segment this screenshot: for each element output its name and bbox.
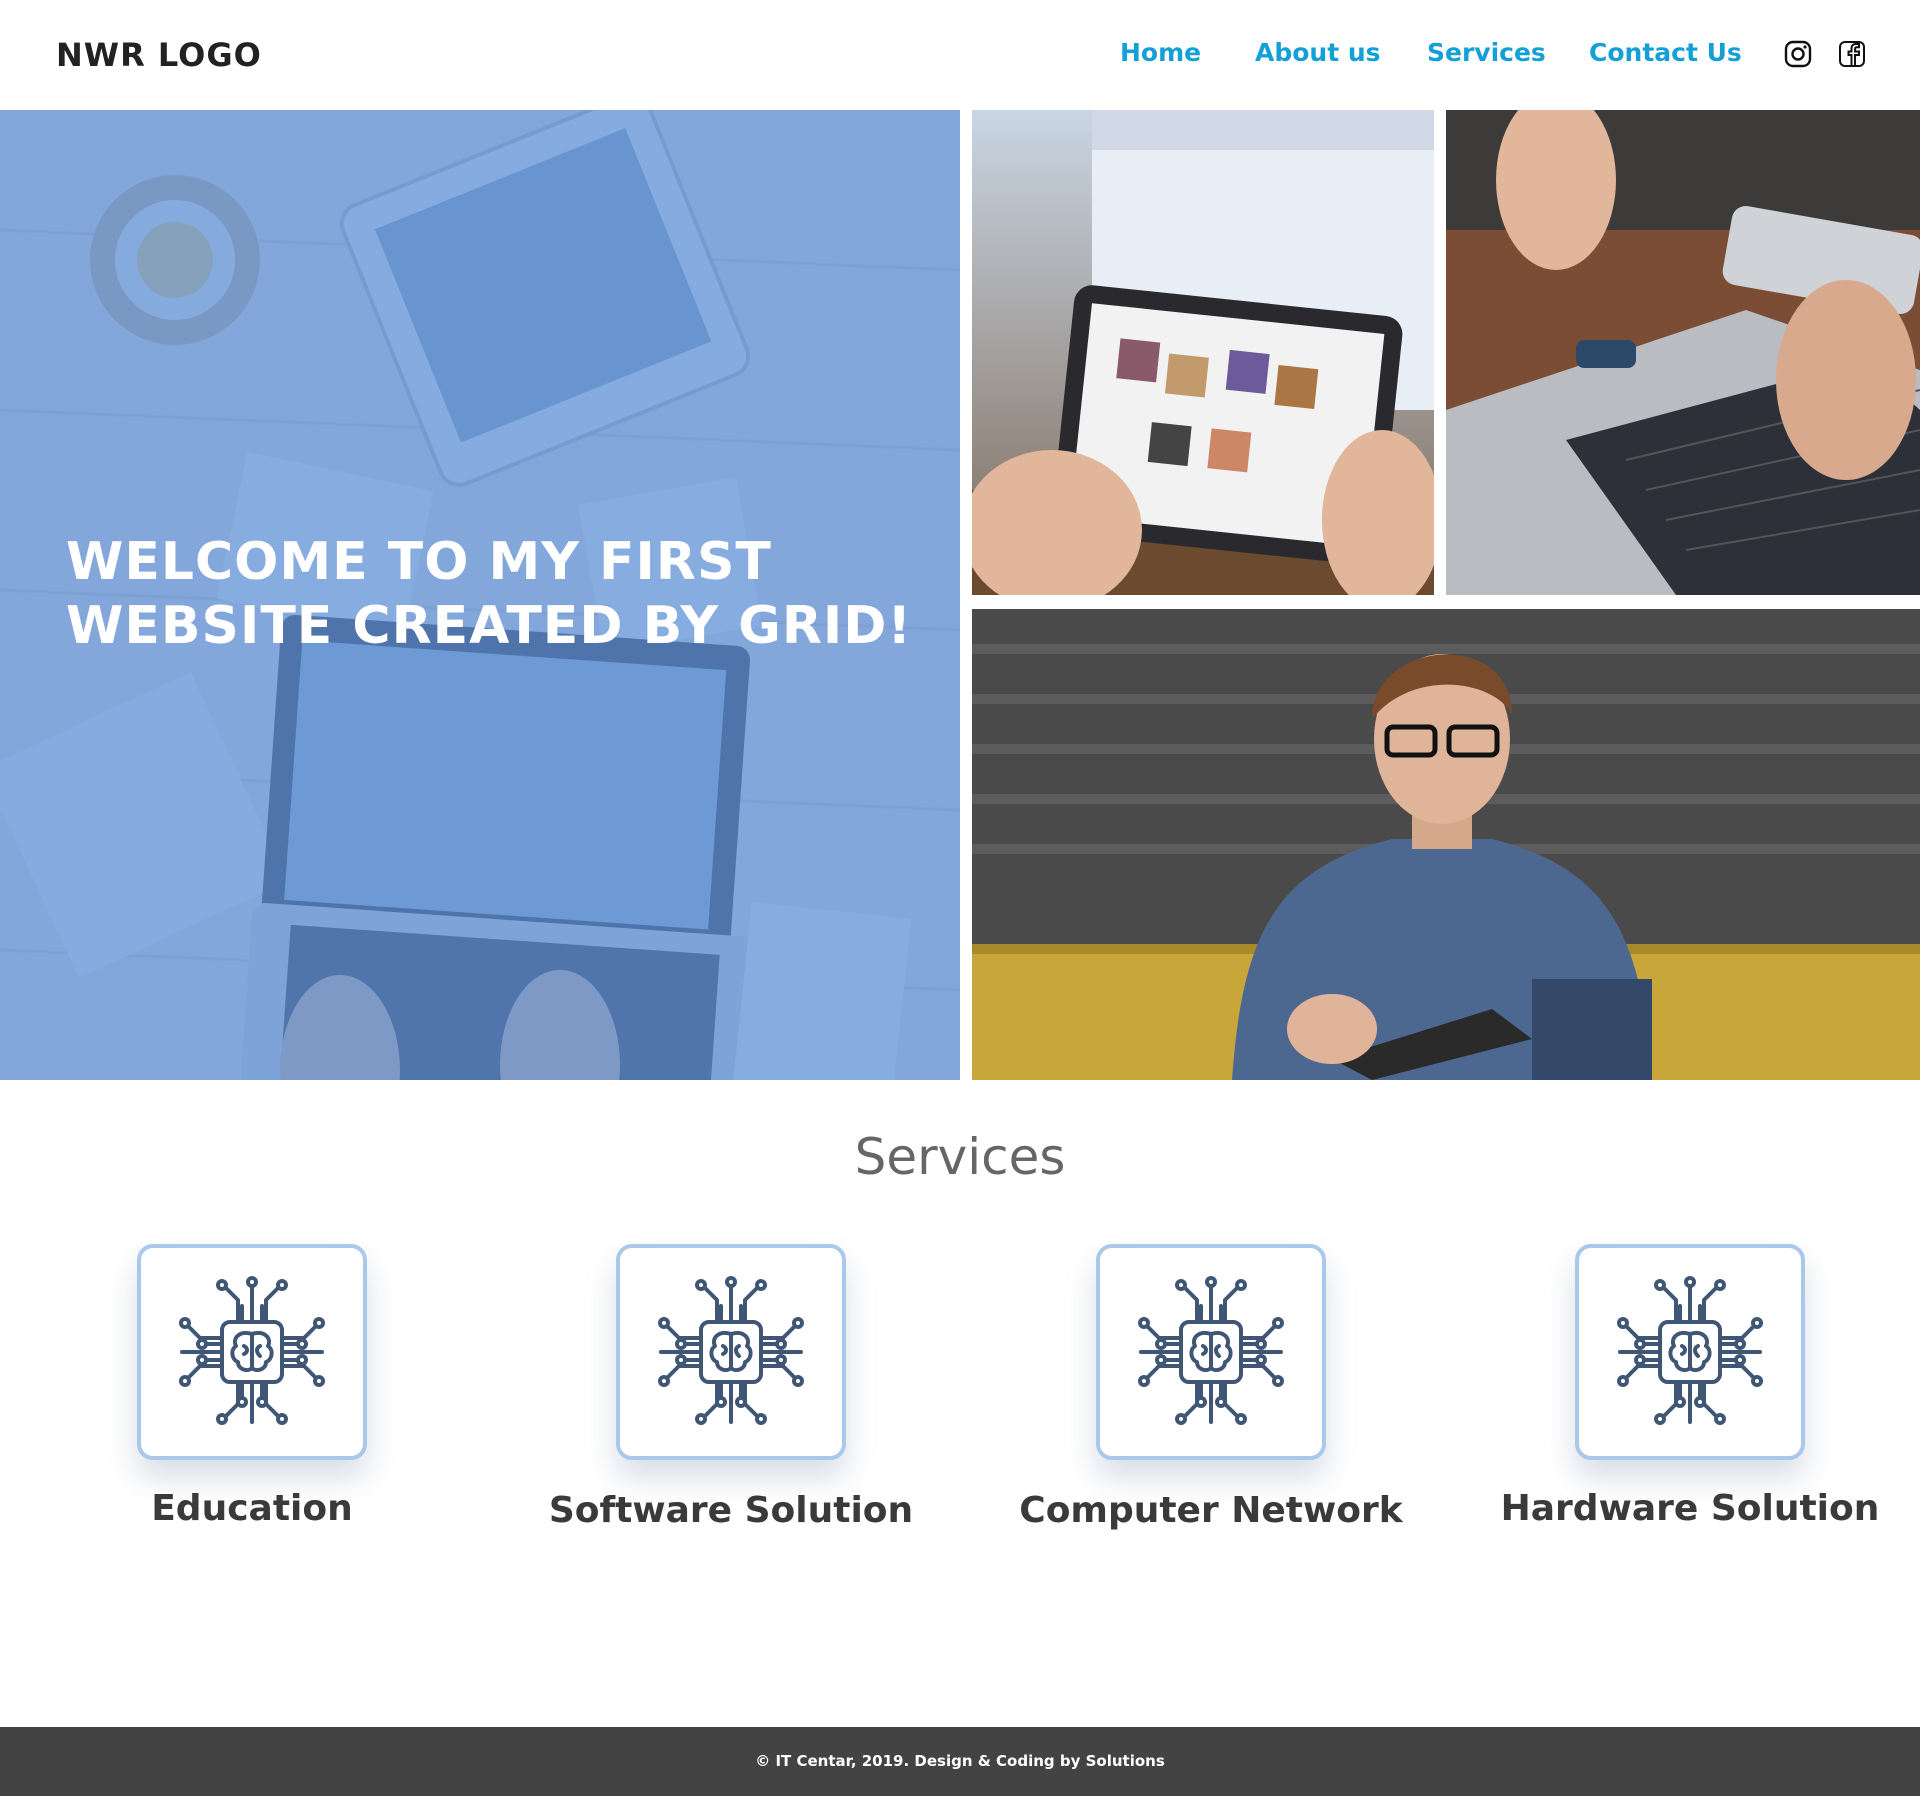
- footer-copyright: © IT Centar, 2019. Design & Coding by So…: [755, 1752, 1165, 1770]
- service-label-software-solution[interactable]: Software Solution: [491, 1490, 971, 1531]
- service-label-education[interactable]: Education: [12, 1488, 492, 1529]
- man-writing-photo-tile: [972, 609, 1920, 1080]
- tablet-photo: [972, 110, 1434, 595]
- nav-services[interactable]: Services: [1427, 38, 1546, 67]
- service-label-computer-network[interactable]: Computer Network: [971, 1490, 1451, 1531]
- nav-contact[interactable]: Contact Us: [1589, 38, 1742, 67]
- service-card-hardware-solution[interactable]: [1575, 1244, 1805, 1460]
- instagram-icon[interactable]: [1784, 40, 1812, 68]
- ai-chip-brain-icon: [179, 1276, 325, 1425]
- phone-photo: [1446, 110, 1920, 595]
- ai-chip-brain-icon: [1617, 1276, 1763, 1425]
- facebook-icon[interactable]: [1838, 40, 1866, 68]
- site-logo[interactable]: NWR LOGO: [56, 36, 262, 74]
- ai-chip-brain-icon: [658, 1276, 804, 1425]
- service-label-hardware-solution[interactable]: Hardware Solution: [1450, 1488, 1920, 1529]
- service-card-software-solution[interactable]: [616, 1244, 846, 1460]
- service-card-education[interactable]: [137, 1244, 367, 1460]
- service-card-computer-network[interactable]: [1096, 1244, 1326, 1460]
- services-heading: Services: [854, 1128, 1066, 1186]
- ai-chip-brain-icon: [1138, 1276, 1284, 1425]
- site-header: NWR LOGO Home About us Services Contact …: [0, 0, 1920, 110]
- nav-home[interactable]: Home: [1120, 38, 1201, 67]
- nav-about[interactable]: About us: [1255, 38, 1381, 67]
- man-writing-photo: [972, 609, 1920, 1080]
- tablet-photo-tile: [972, 110, 1434, 595]
- hero-feature-image: WELCOME TO MY FIRST WEBSITE CREATED BY G…: [0, 110, 960, 1080]
- hero-title: WELCOME TO MY FIRST WEBSITE CREATED BY G…: [66, 532, 913, 656]
- phone-photo-tile: [1446, 110, 1920, 595]
- site-footer: © IT Centar, 2019. Design & Coding by So…: [0, 1727, 1920, 1796]
